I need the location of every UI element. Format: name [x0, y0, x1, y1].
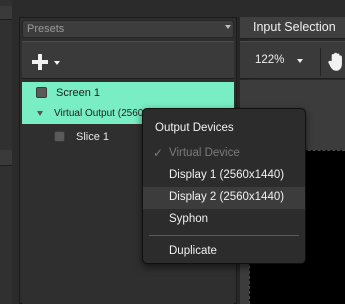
visibility-checkbox[interactable] — [54, 131, 65, 142]
hand-tool-icon[interactable] — [328, 52, 345, 72]
tree-row-label: Virtual Output (2560x — [54, 108, 149, 119]
menu-item-virtual-device: ✓ Virtual Device — [143, 143, 305, 165]
menu-item-display-1[interactable]: Display 1 (2560x1440) — [143, 165, 305, 187]
add-button[interactable] — [31, 51, 61, 73]
menu-item-display-2[interactable]: Display 2 (2560x1440) — [143, 187, 305, 209]
menu-item-label: Virtual Device — [169, 147, 240, 159]
presets-dropdown[interactable]: Presets — [22, 20, 234, 38]
checkmark-icon: ✓ — [153, 146, 164, 160]
menu-header-label: Output Devices — [155, 122, 234, 134]
output-devices-menu: Output Devices ✓ Virtual Device Display … — [142, 108, 306, 264]
plus-icon — [32, 60, 48, 64]
chevron-down-icon — [297, 59, 303, 63]
disclosure-triangle-icon[interactable] — [37, 111, 43, 116]
tree-row-label: Slice 1 — [76, 131, 110, 143]
visibility-checkbox[interactable] — [36, 87, 47, 98]
tree-row-screen[interactable]: Screen 1 — [22, 82, 234, 104]
zoom-value: 122% — [255, 54, 285, 66]
tab-label: Input Selection — [253, 20, 336, 34]
tab-input-selection[interactable]: Input Selection — [240, 17, 345, 39]
menu-item-label: Display 2 (2560x1440) — [169, 191, 285, 203]
zoom-dropdown[interactable]: 122% — [246, 54, 316, 70]
presets-dropdown-label: Presets — [27, 23, 65, 35]
menu-separator — [149, 235, 299, 236]
left-edge-panel — [0, 0, 12, 304]
presets-toolbar — [22, 41, 234, 79]
menu-item-syphon[interactable]: Syphon — [143, 209, 305, 231]
menu-item-label: Display 1 (2560x1440) — [169, 169, 285, 181]
chevron-down-icon — [54, 61, 60, 65]
input-selection-toolbar: 122% — [240, 41, 345, 79]
menu-item-label: Duplicate — [169, 245, 217, 257]
chevron-down-icon — [225, 25, 231, 29]
left-edge-tab[interactable] — [0, 6, 12, 20]
menu-header: Output Devices — [143, 118, 305, 140]
toolbar-divider — [320, 48, 321, 76]
menu-item-duplicate[interactable]: Duplicate — [143, 241, 305, 263]
tree-row-label: Screen 1 — [56, 87, 101, 99]
menu-item-label: Syphon — [169, 213, 209, 225]
left-edge-tab[interactable] — [0, 150, 12, 166]
